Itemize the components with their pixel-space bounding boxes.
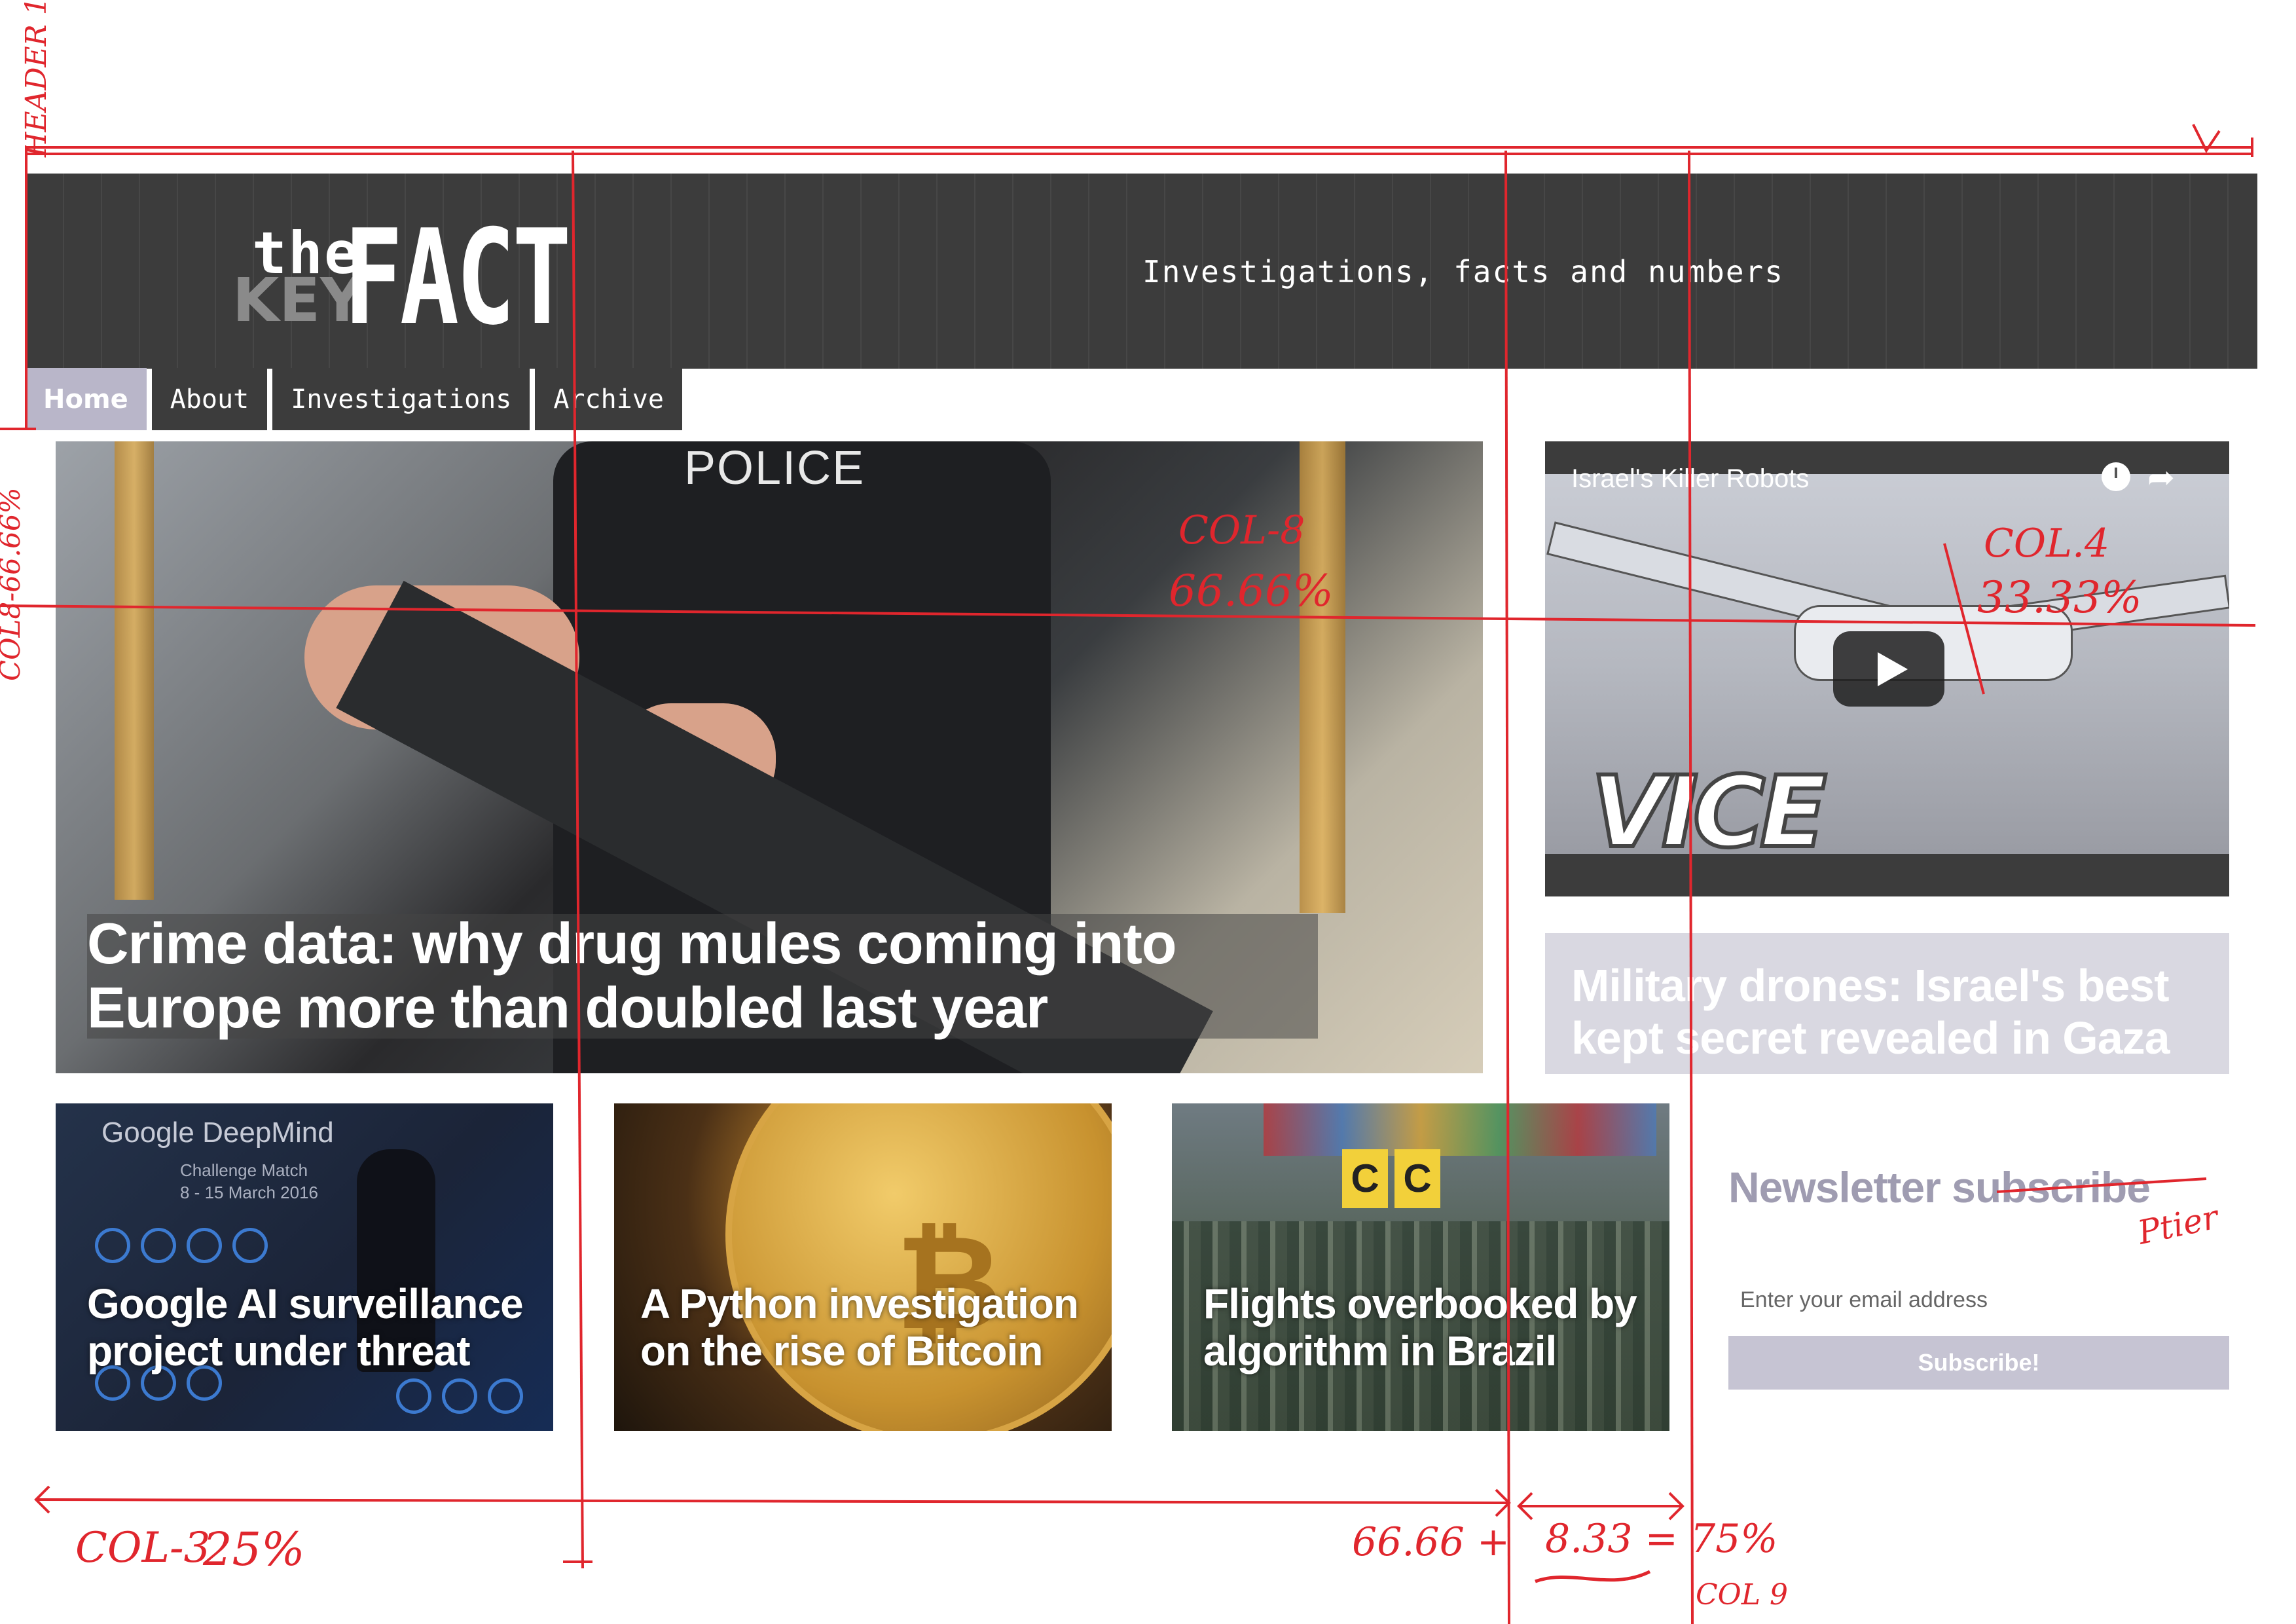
annotation-line	[35, 1498, 1510, 1504]
clock-icon[interactable]	[2102, 462, 2130, 491]
annotation-arrow	[1517, 1492, 1533, 1521]
deepmind-banner-text: Google DeepMind	[101, 1116, 334, 1149]
video-article-link[interactable]: Military drones: Israel's best kept secr…	[1545, 933, 2229, 1074]
decorative-ring	[95, 1228, 130, 1263]
play-icon[interactable]	[1833, 631, 1944, 707]
video-title[interactable]: Israel's Killer Robots	[1571, 464, 1809, 494]
hero-police-text: POLICE	[684, 442, 866, 494]
card-title[interactable]: Google AI surveillance project under thr…	[87, 1280, 545, 1375]
card-title[interactable]: A Python investigation on the rise of Bi…	[640, 1280, 1099, 1375]
card-title[interactable]: Flights overbooked by algorithm in Brazi…	[1203, 1280, 1662, 1375]
annotation-col3-pct: 25%	[202, 1522, 305, 1576]
video-player[interactable]: Israel's Killer Robots ➦ VICE	[1545, 441, 2229, 896]
article-card[interactable]: C C Flights overbooked by algorithm in B…	[1172, 1103, 1669, 1431]
hero-background-pillar	[115, 441, 154, 900]
nav-item-home[interactable]: Home	[25, 368, 147, 430]
nav-item-archive[interactable]: Archive	[535, 368, 682, 430]
site-logo[interactable]: the KEY FACT	[232, 202, 573, 354]
site-tagline: Investigations, facts and numbers	[1142, 254, 1784, 289]
annotation-sum-b: 8.33 = 75%	[1545, 1516, 1777, 1562]
deepmind-banner-subtext: Challenge Match 8 - 15 March 2016	[180, 1160, 319, 1202]
hero-title[interactable]: Crime data: why drug mules coming into E…	[87, 912, 1364, 1040]
decorative-ring	[187, 1228, 222, 1263]
video-link-title[interactable]: Military drones: Israel's best kept secr…	[1571, 959, 2213, 1064]
airport-mural	[1264, 1103, 1656, 1156]
annotation-header-note: HEADER 100%	[20, 0, 53, 158]
decorative-ring	[488, 1378, 523, 1414]
share-icon[interactable]: ➦	[2147, 458, 2175, 496]
article-card[interactable]: Google DeepMind Challenge Match 8 - 15 M…	[56, 1103, 553, 1431]
article-card[interactable]: ₿ A Python investigation on the rise of …	[614, 1103, 1112, 1431]
annotation-arrow	[1495, 1488, 1511, 1517]
subscribe-button[interactable]: Subscribe!	[1728, 1336, 2229, 1390]
nav-item-about[interactable]: About	[151, 368, 268, 430]
annotation-arrow	[2192, 124, 2221, 153]
annotation-arrow	[34, 1485, 50, 1514]
decorative-ring	[141, 1228, 176, 1263]
annotation-col9: COL 9	[1696, 1578, 1788, 1612]
decorative-ring	[232, 1228, 268, 1263]
nav-item-investigations[interactable]: Investigations	[272, 368, 530, 430]
annotation-arrow	[1668, 1492, 1685, 1521]
annotation-scribble	[1535, 1570, 1651, 1583]
airport-sign: C	[1394, 1149, 1440, 1208]
annotation-col8-side: COL8-66.66%	[0, 487, 26, 681]
hero-background-pillar	[1300, 441, 1345, 913]
logo-fact: FACT	[344, 202, 572, 354]
annotation-sum-a: 66.66 +	[1352, 1519, 1510, 1565]
airport-sign: C	[1342, 1149, 1388, 1208]
decorative-ring	[442, 1378, 477, 1414]
main-nav: Home About Investigations Archive	[25, 368, 682, 430]
email-field[interactable]	[1728, 1280, 2226, 1320]
annotation-col3: COL-3	[75, 1524, 210, 1572]
vice-logo: VICE	[1589, 754, 1829, 872]
decorative-ring	[396, 1378, 431, 1414]
newsletter-title: Newsletter subscribe	[1728, 1163, 2151, 1211]
